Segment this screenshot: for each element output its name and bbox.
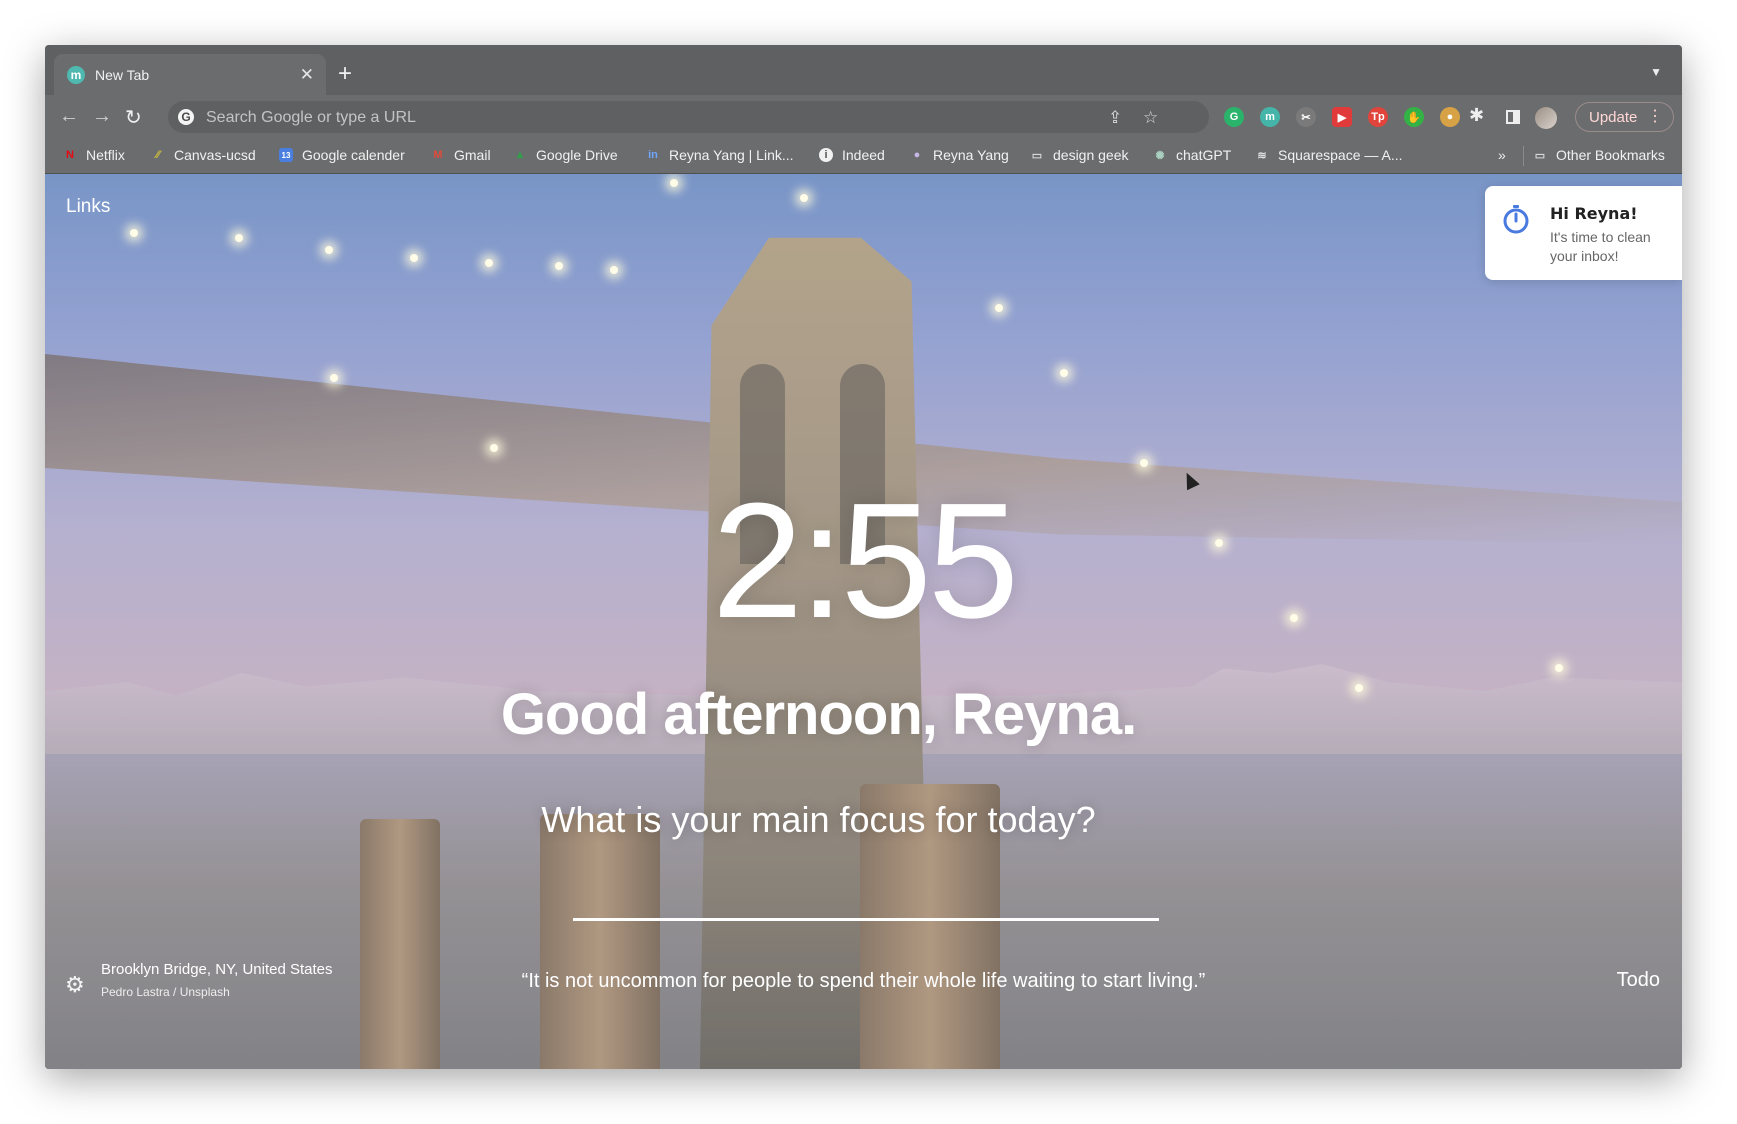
google-icon: G: [178, 109, 194, 125]
update-label: Update: [1589, 108, 1638, 126]
chevron-down-icon[interactable]: ▼: [1650, 65, 1662, 79]
other-bookmarks-label: Other Bookmarks: [1556, 147, 1665, 163]
bookmark-indeed[interactable]: i Indeed: [819, 147, 885, 163]
bookmark-gmail[interactable]: M Gmail: [431, 147, 491, 163]
tp-extension-icon[interactable]: Tp: [1368, 107, 1388, 127]
video-extension-icon[interactable]: ▶: [1332, 107, 1352, 127]
greeting[interactable]: Good afternoon, Reyna.: [45, 681, 1592, 748]
menu-dots-icon[interactable]: ⋮: [1647, 106, 1663, 126]
bookmark-label: Canvas-ucsd: [174, 147, 256, 163]
close-icon[interactable]: ✕: [300, 65, 314, 85]
side-panel-icon[interactable]: [1506, 110, 1520, 124]
bookmark-netflix[interactable]: N Netflix: [63, 147, 125, 163]
honey-extension-icon[interactable]: ●: [1440, 107, 1460, 127]
bookmarks-more-button[interactable]: »: [1498, 147, 1506, 163]
linkedin-icon: in: [648, 149, 658, 161]
squarespace-icon: ≋: [1257, 149, 1267, 162]
bookmark-label: Gmail: [454, 147, 491, 163]
momentum-extension-icon[interactable]: m: [1260, 107, 1280, 127]
forward-icon[interactable]: →: [92, 105, 112, 128]
links-button[interactable]: Links: [66, 196, 110, 218]
todo-button[interactable]: Todo: [1617, 969, 1660, 992]
bookmark-label: Reyna Yang: [933, 147, 1009, 163]
bookmark-label: Google calender: [302, 147, 405, 163]
extension-label: m: [1265, 111, 1275, 123]
extension-label: G: [1229, 111, 1239, 123]
back-icon[interactable]: ←: [59, 105, 79, 128]
extension-label: ▶: [1337, 111, 1347, 124]
bookmark-design-geek[interactable]: ▭ design geek: [1030, 147, 1129, 163]
update-button[interactable]: Update ⋮: [1575, 102, 1674, 132]
canvas-icon: ⁄⁄: [156, 149, 160, 161]
toast-body: It's time to clean your inbox!: [1550, 229, 1651, 264]
tab-title: New Tab: [95, 66, 150, 83]
toast-title: Hi Reyna!: [1550, 204, 1638, 223]
quote[interactable]: “It is not uncommon for people to spend …: [45, 970, 1682, 993]
chatgpt-icon: ✺: [1155, 149, 1165, 162]
calendar-icon: 13: [279, 148, 293, 162]
bookmark-label: Squarespace — A...: [1278, 147, 1403, 163]
omnibox-input[interactable]: [204, 101, 1008, 135]
toolbar: ← → ↻ G ⇪ ☆ G m ✂ ▶ Tp ✋ ● ◆ ✱ Update ⋮: [45, 95, 1682, 139]
grammarly-extension-icon[interactable]: G: [1224, 107, 1244, 127]
extension-label: ✂: [1301, 111, 1311, 124]
bookmarks-divider: [1523, 146, 1524, 166]
new-tab-button[interactable]: +: [338, 60, 352, 88]
indeed-icon: i: [819, 148, 833, 162]
bookmark-google-calendar[interactable]: 13 Google calender: [279, 147, 405, 163]
google-drive-icon: ▲: [514, 149, 526, 161]
bookmark-label: design geek: [1053, 147, 1129, 163]
bookmark-label: Reyna Yang | Link...: [669, 147, 794, 163]
extension-label: Tp: [1371, 111, 1385, 123]
bookmark-star-icon[interactable]: ☆: [1143, 108, 1158, 128]
tab-new-tab[interactable]: m New Tab ✕: [54, 54, 326, 95]
hand-extension-icon[interactable]: ✋: [1404, 107, 1424, 127]
reminder-toast[interactable]: Hi Reyna! It's time to clean your inbox!: [1485, 186, 1682, 280]
bookmark-squarespace[interactable]: ≋ Squarespace — A...: [1255, 147, 1403, 163]
clock[interactable]: 2:55: [45, 479, 1682, 643]
omnibox[interactable]: G ⇪ ☆: [168, 101, 1209, 135]
extensions-puzzle-icon[interactable]: ✱: [1469, 105, 1484, 126]
extension-label: ✋: [1407, 111, 1421, 124]
browser-window: m New Tab ✕ + ▼ ← → ↻ G ⇪ ☆ G m ✂ ▶ Tp ✋…: [45, 45, 1682, 1069]
netflix-icon: N: [66, 149, 74, 161]
bookmark-reyna-yang[interactable]: ● Reyna Yang: [910, 147, 1009, 163]
bookmark-label: Netflix: [86, 147, 125, 163]
focus-input[interactable]: [573, 874, 1159, 921]
focus-question: What is your main focus for today?: [541, 799, 1096, 840]
bookmark-label: Google Drive: [536, 147, 618, 163]
profile-icon: ●: [913, 149, 921, 161]
tab-strip: m New Tab ✕ + ▼: [45, 45, 1682, 95]
reload-icon[interactable]: ↻: [125, 105, 142, 130]
avatar[interactable]: [1535, 107, 1557, 129]
other-bookmarks[interactable]: ▭ Other Bookmarks: [1533, 147, 1665, 163]
stopwatch-icon: [1503, 205, 1529, 234]
bookmark-label: chatGPT: [1176, 147, 1232, 163]
gmail-icon: M: [433, 149, 443, 161]
bookmark-chatgpt[interactable]: ✺ chatGPT: [1153, 147, 1231, 163]
bookmarks-bar: N Netflix ⁄⁄ Canvas-ucsd 13 Google calen…: [45, 139, 1682, 174]
bookmark-label: Indeed: [842, 147, 885, 163]
bookmark-google-drive[interactable]: ▲ Google Drive: [513, 147, 618, 163]
momentum-new-tab: Links Hi Reyna! It's time to clean your …: [45, 174, 1682, 1069]
folder-icon: ▭: [1534, 149, 1546, 162]
bookmark-linkedin[interactable]: in Reyna Yang | Link...: [646, 147, 794, 163]
folder-icon: ▭: [1031, 149, 1043, 162]
scissors-extension-icon[interactable]: ✂: [1296, 107, 1316, 127]
extension-label: ●: [1446, 111, 1454, 123]
momentum-favicon-icon: m: [67, 65, 85, 84]
bookmark-canvas[interactable]: ⁄⁄ Canvas-ucsd: [151, 147, 256, 163]
share-icon[interactable]: ⇪: [1108, 108, 1122, 128]
